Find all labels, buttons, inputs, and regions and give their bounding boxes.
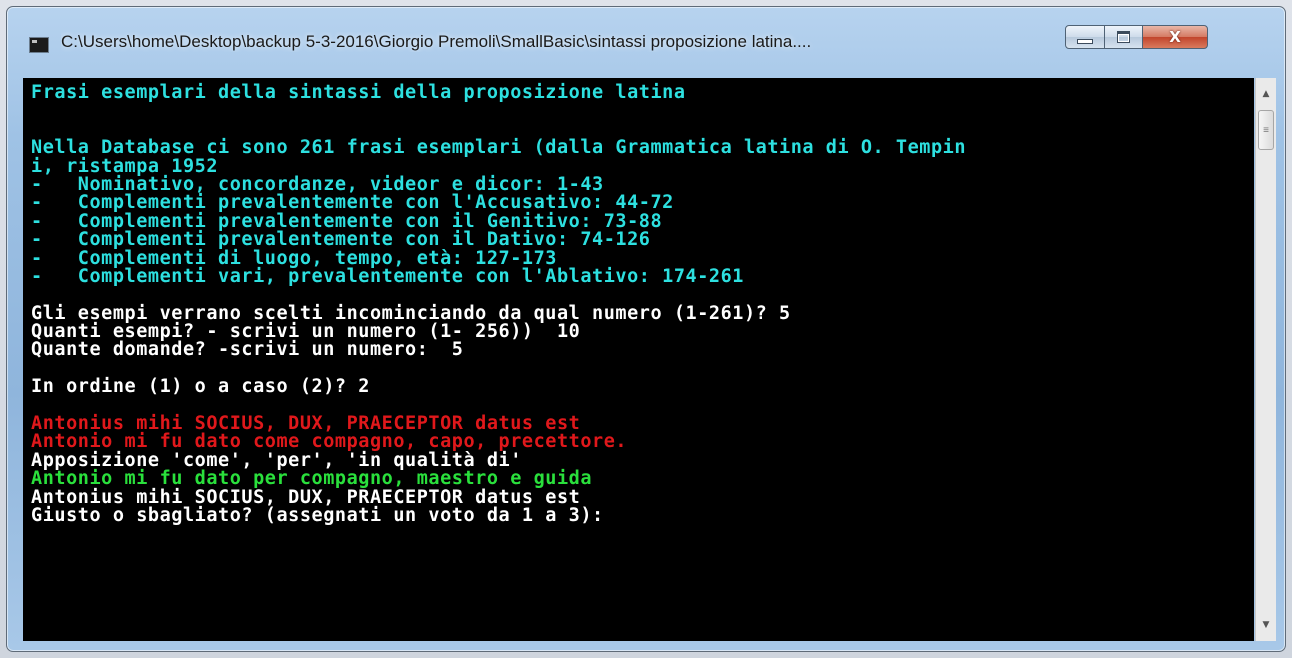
scroll-up-button[interactable]: ▲ — [1256, 84, 1276, 104]
console-line: - Complementi vari, prevalentemente con … — [31, 265, 744, 287]
scroll-thumb-grip-icon: ≡ — [1263, 124, 1269, 136]
console-line: Quante domande? -scrivi un numero: 5 — [31, 339, 464, 361]
console-app-icon[interactable] — [29, 37, 49, 53]
minimize-button[interactable] — [1065, 25, 1105, 49]
console-line: In ordine (1) o a caso (2)? 2 — [31, 376, 370, 398]
scroll-up-arrow-icon: ▲ — [1262, 89, 1270, 99]
close-icon: X — [1169, 28, 1181, 46]
console-line: - Complementi prevalentemente con l'Accu… — [31, 192, 674, 214]
console-output[interactable]: Frasi esemplari della sintassi della pro… — [23, 78, 1254, 641]
close-button[interactable]: X — [1142, 25, 1208, 49]
console-line: Giusto o sbagliato? (assegnati un voto d… — [31, 504, 604, 526]
console-line: - Complementi prevalentemente con il Dat… — [31, 229, 651, 251]
console-line: Frasi esemplari della sintassi della pro… — [31, 82, 686, 103]
minimize-icon — [1077, 38, 1093, 44]
console-window: C:\Users\home\Desktop\backup 5-3-2016\Gi… — [6, 6, 1286, 652]
console-line: Nella Database ci sono 261 frasi esempla… — [31, 137, 967, 159]
maximize-button[interactable] — [1104, 25, 1143, 49]
maximize-icon — [1117, 31, 1130, 43]
console-line: Antonio mi fu dato per compagno, maestro… — [31, 468, 593, 490]
scrollbar-thumb[interactable]: ≡ — [1258, 110, 1274, 150]
vertical-scrollbar[interactable]: ▲ ≡ ▼ — [1255, 78, 1276, 641]
scroll-down-button[interactable]: ▼ — [1256, 615, 1276, 635]
scroll-down-arrow-icon: ▼ — [1262, 620, 1270, 630]
title-bar[interactable]: C:\Users\home\Desktop\backup 5-3-2016\Gi… — [7, 7, 1285, 67]
window-title: C:\Users\home\Desktop\backup 5-3-2016\Gi… — [61, 32, 812, 51]
